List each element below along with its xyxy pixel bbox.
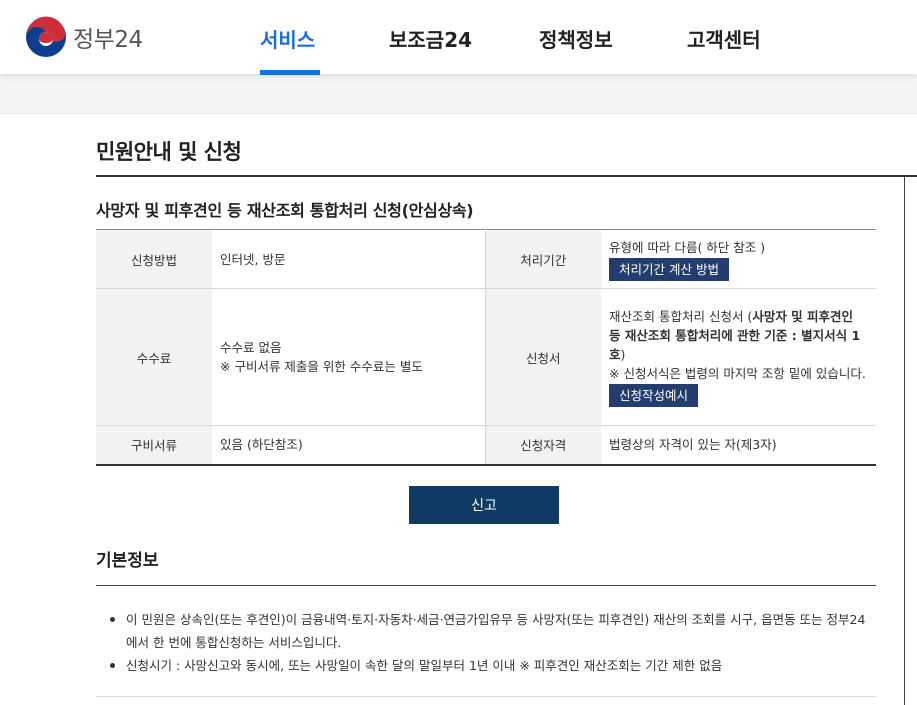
title-divider [96,175,917,177]
basic-info-title: 기본정보 [96,551,159,571]
method-label: 신청방법 [96,229,212,289]
basic-info-divider [96,585,876,586]
basic-info-list: 이 민원은 상속인(또는 후견인)이 금융내역·토지·자동차·세금·연금가입유무… [110,608,870,677]
page-title: 민원안내 및 신청 [96,140,242,164]
fee-label: 수수료 [96,288,212,426]
right-divider [904,176,905,705]
gov24-logo[interactable]: 정부24 [25,16,143,58]
nav-customer-center[interactable]: 고객센터 [687,24,761,53]
form-example-button[interactable]: 신청작성예시 [609,384,699,407]
docs-label: 구비서류 [96,425,212,465]
table-row: 구비서류 있음 (하단참조) 신청자격 법령상의 자격이 있는 자(제3자) [96,425,876,465]
bottom-divider [96,696,876,697]
qual-value: 법령상의 자격이 있는 자(제3자) [601,425,876,465]
taegeuk-logo-icon [26,16,66,57]
docs-value: 있음 (하단참조) [212,425,485,465]
nav-active-indicator [260,70,320,75]
method-value: 인터넷, 방문 [212,229,485,289]
period-label: 처리기간 [484,229,601,289]
form-value-prefix: 재산조회 통합처리 신청서 ( [609,309,753,324]
nav-policy-info[interactable]: 정책정보 [539,24,613,53]
form-value-suffix: ) [620,347,626,362]
nav-subsidy24[interactable]: 보조금24 [389,24,472,53]
site-header: 정부24 서비스 보조금24 정책정보 고객센터 [0,0,917,75]
report-button[interactable]: 신고 [409,486,559,524]
fee-note: ※ 구비서류 제출을 위한 수수료는 별도 [220,359,423,374]
period-cell: 유형에 따라 다름( 하단 참조 ) 처리기간 계산 방법 [601,229,876,289]
form-label: 신청서 [484,288,601,426]
table-row: 신청방법 인터넷, 방문 처리기간 유형에 따라 다름( 하단 참조 ) 처리기… [96,229,876,289]
logo-text: 정부24 [73,27,143,53]
fee-cell: 수수료 없음 ※ 구비서류 제출을 위한 수수료는 별도 [212,288,485,426]
service-info-table: 신청방법 인터넷, 방문 처리기간 유형에 따라 다름( 하단 참조 ) 처리기… [96,229,876,466]
form-value: 재산조회 통합처리 신청서 (사망자 및 피후견인 등 재산조회 통합처리에 관… [609,307,868,364]
form-cell: 재산조회 통합처리 신청서 (사망자 및 피후견인 등 재산조회 통합처리에 관… [601,288,876,426]
table-row: 수수료 수수료 없음 ※ 구비서류 제출을 위한 수수료는 별도 신청서 재산조… [96,288,876,426]
sub-band [0,74,917,114]
list-item: 신청시기 : 사망신고와 동시에, 또는 사망일이 속한 달의 말일부터 1년 … [110,654,870,677]
fee-value: 수수료 없음 [220,340,282,355]
qual-label: 신청자격 [484,425,601,465]
service-title: 사망자 및 피후견인 등 재산조회 통합처리 신청(안심상속) [96,201,474,220]
period-calc-button[interactable]: 처리기간 계산 방법 [609,257,729,281]
form-note: ※ 신청서식은 법령의 마지막 조항 밑에 있습니다. [609,366,866,381]
list-item: 이 민원은 상속인(또는 후견인)이 금융내역·토지·자동차·세금·연금가입유무… [110,608,870,654]
nav-services[interactable]: 서비스 [260,24,315,53]
period-value: 유형에 따라 다름( 하단 참조 ) [609,239,766,255]
